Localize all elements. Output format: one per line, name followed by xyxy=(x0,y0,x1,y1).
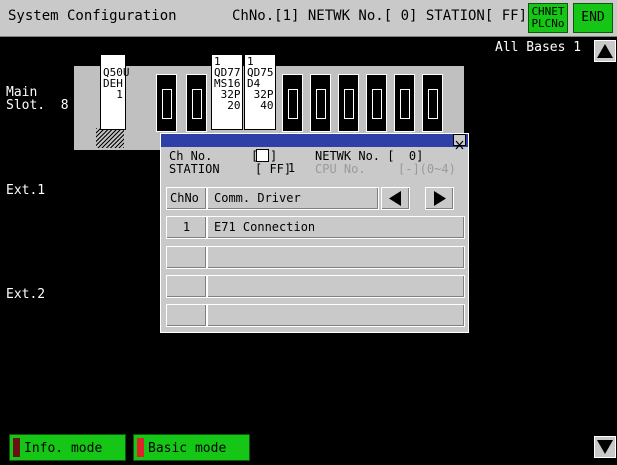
table-row-chno[interactable] xyxy=(166,275,207,298)
main-slot-label: Main Slot. 8 xyxy=(6,85,69,113)
empty-slot[interactable] xyxy=(186,74,207,132)
comm-driver-dialog: Ch No. [ 1 ] NETWK No. [ 0] STATION [ FF… xyxy=(160,133,469,333)
close-icon xyxy=(455,140,464,150)
station-label: STATION xyxy=(169,162,220,176)
ext1-label: Ext.1 xyxy=(6,183,46,198)
dialog-close-button[interactable] xyxy=(453,134,466,150)
info-mode-indicator xyxy=(13,438,20,457)
ch-no-label: Ch No. xyxy=(169,149,213,163)
header-bar: System Configuration ChNo.[1] NETWK No.[… xyxy=(0,0,617,37)
scroll-up-button[interactable] xyxy=(594,40,616,62)
table-row-driver[interactable] xyxy=(207,246,465,269)
end-button[interactable]: END xyxy=(573,3,613,33)
empty-slot[interactable] xyxy=(422,74,443,132)
connection-info: ChNo.[1] NETWK No.[ 0] STATION[ FF] xyxy=(232,8,528,24)
comm-driver-column-header: Comm. Driver xyxy=(207,187,379,210)
module-qd77ms16[interactable]: 1 QD77 MS16 32P 20 xyxy=(211,54,243,130)
cpu-no-label: CPU No. xyxy=(315,162,366,176)
chnet-plcno-button[interactable]: CHNET PLCNo xyxy=(528,3,568,33)
table-row-chno[interactable] xyxy=(166,246,207,269)
page-title: System Configuration xyxy=(8,8,177,24)
empty-slot[interactable] xyxy=(310,74,331,132)
basic-mode-indicator xyxy=(137,438,144,457)
prev-driver-button[interactable] xyxy=(381,187,410,210)
empty-slot[interactable] xyxy=(282,74,303,132)
empty-slot[interactable] xyxy=(156,74,177,132)
info-mode-label: Info. mode xyxy=(24,441,103,456)
basic-mode-button[interactable]: Basic mode xyxy=(133,434,250,461)
dialog-titlebar xyxy=(161,134,468,147)
table-row-chno[interactable]: 1 xyxy=(166,216,207,239)
scroll-down-button[interactable] xyxy=(594,436,616,458)
chnet-plcno-label: CHNET PLCNo xyxy=(531,5,565,30)
next-driver-button[interactable] xyxy=(425,187,454,210)
netwk-no-label: NETWK No. [ 0] xyxy=(315,149,424,163)
cpu-no-value: [-](0~4) xyxy=(398,162,456,176)
empty-slot[interactable] xyxy=(394,74,415,132)
basic-mode-label: Basic mode xyxy=(148,441,227,456)
triangle-left-icon xyxy=(389,191,401,206)
ext2-label: Ext.2 xyxy=(6,287,46,302)
all-bases-label: All Bases 1 xyxy=(495,40,582,55)
module-shadow xyxy=(96,128,124,148)
cpu-module-q50udeh[interactable]: Q50U DEH 1 xyxy=(100,54,130,130)
triangle-down-icon xyxy=(597,440,613,454)
table-row-driver[interactable] xyxy=(207,275,465,298)
ch-no-bracket-close: ] xyxy=(270,149,278,163)
table-row-chno[interactable] xyxy=(166,304,207,327)
chno-column-header: ChNo xyxy=(166,187,207,210)
table-row-driver[interactable] xyxy=(207,304,465,327)
info-mode-button[interactable]: Info. mode xyxy=(9,434,126,461)
empty-slot[interactable] xyxy=(338,74,359,132)
ch-no-input[interactable]: 1 xyxy=(256,149,295,174)
module-qd75d4[interactable]: 1 QD75 D4 32P 40 xyxy=(244,54,276,130)
station-value: [ FF] xyxy=(255,162,292,176)
table-row-driver[interactable]: E71 Connection xyxy=(207,216,465,239)
triangle-up-icon xyxy=(597,44,613,58)
empty-slot[interactable] xyxy=(366,74,387,132)
triangle-right-icon xyxy=(434,191,446,206)
